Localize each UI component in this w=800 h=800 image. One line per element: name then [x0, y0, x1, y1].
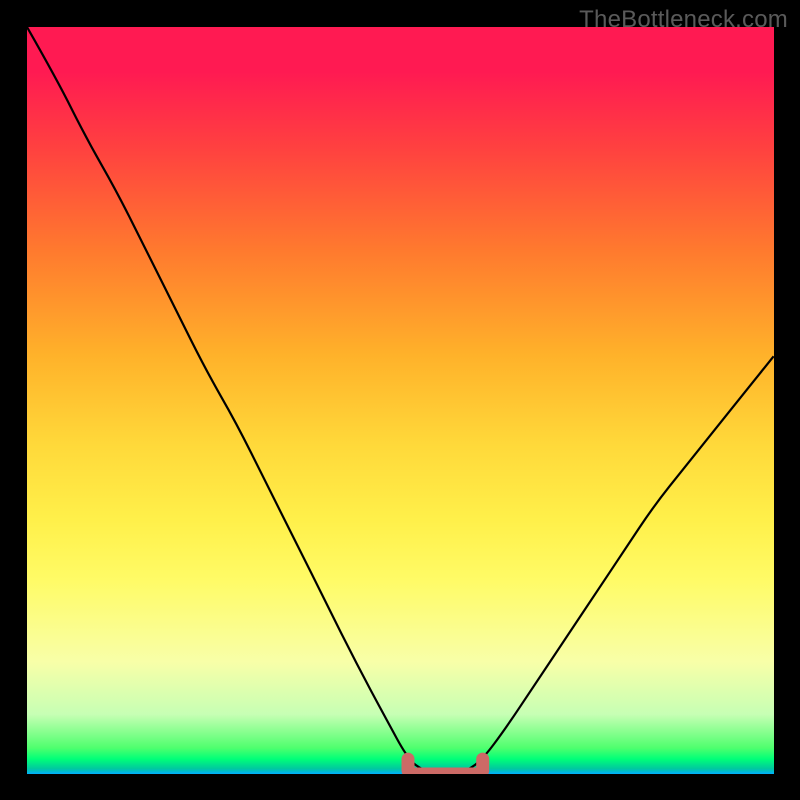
plot-area [27, 27, 774, 774]
chart-frame: TheBottleneck.com [0, 0, 800, 800]
optimal-range-marker [27, 27, 774, 774]
frame-border [774, 0, 800, 800]
watermark-text: TheBottleneck.com [579, 6, 788, 34]
frame-border [0, 774, 800, 800]
frame-border [0, 0, 27, 800]
marker-path [408, 759, 483, 774]
